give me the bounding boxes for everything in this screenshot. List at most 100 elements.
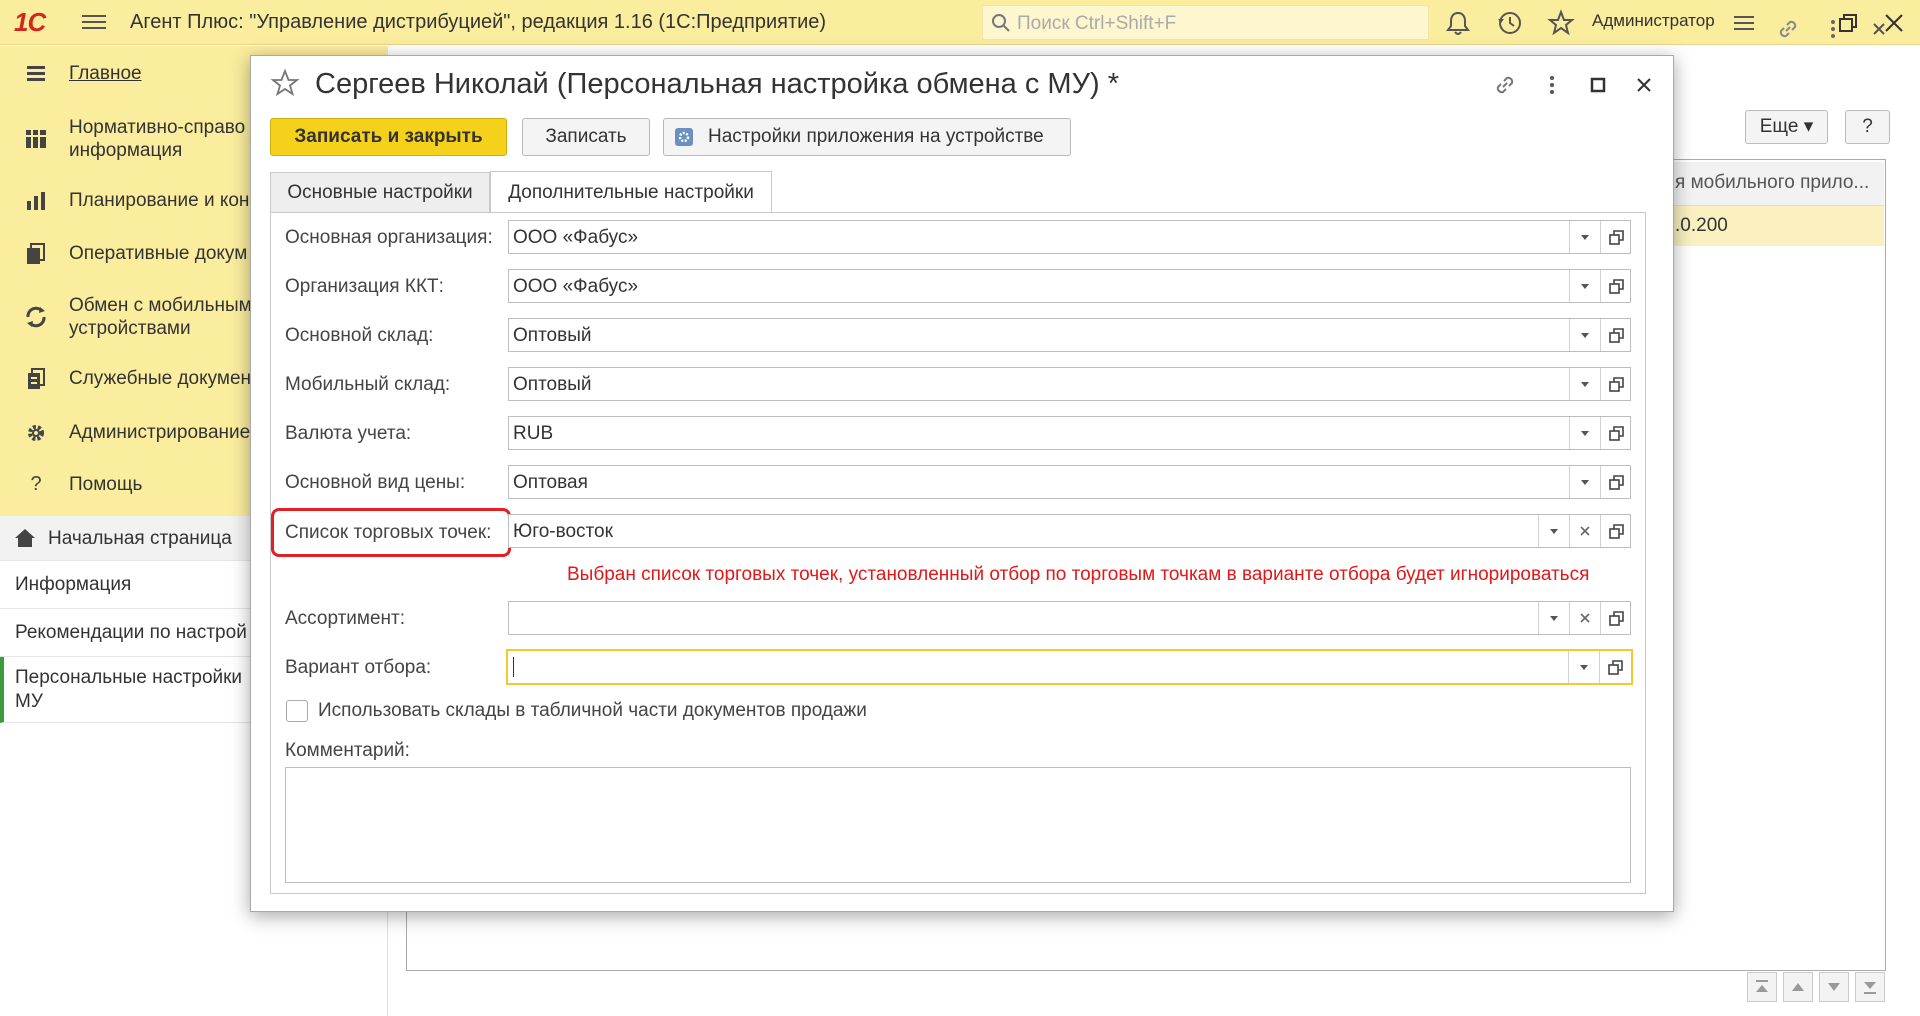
field-value: Оптовая (513, 472, 588, 493)
more-button[interactable]: Еще ▾ (1745, 110, 1828, 144)
history-icon[interactable] (1496, 9, 1524, 37)
dropdown-button[interactable] (1538, 602, 1569, 634)
currency-field[interactable]: RUB (508, 416, 1631, 450)
filter-variant-field[interactable] (506, 649, 1633, 685)
open-window-icon (1609, 475, 1624, 490)
open-button[interactable] (1600, 319, 1631, 351)
open-window-icon (1609, 611, 1624, 626)
more-vertical-icon[interactable] (1539, 72, 1565, 98)
open-button[interactable] (1600, 221, 1631, 253)
search-input[interactable]: Поиск Ctrl+Shift+F (982, 5, 1429, 40)
device-settings-label: Настройки приложения на устройстве (708, 126, 1044, 147)
scroll-bottom-button[interactable] (1855, 972, 1885, 1002)
search-placeholder: Поиск Ctrl+Shift+F (1017, 13, 1177, 34)
field-value: Оптовый (513, 325, 592, 346)
dropdown-button[interactable] (1569, 221, 1600, 253)
field-value: ООО «Фабус» (513, 276, 639, 297)
sidebar-item-label: Нормативно-справо информация (69, 117, 246, 161)
star-icon[interactable] (1547, 9, 1575, 37)
bell-icon[interactable] (1444, 9, 1472, 37)
scroll-up-button[interactable] (1783, 972, 1813, 1002)
chevron-down-icon (1550, 529, 1558, 534)
sidebar-item-label: Служебные докумен (69, 368, 252, 389)
scroll-down-button[interactable] (1819, 972, 1849, 1002)
text-caret (513, 657, 514, 677)
dropdown-button[interactable] (1569, 319, 1600, 351)
use-warehouses-checkbox[interactable] (286, 700, 308, 722)
chevron-down-icon (1581, 431, 1589, 436)
field-label: Основная организация: (285, 227, 493, 248)
open-window-icon (1609, 279, 1624, 294)
clear-icon (1580, 613, 1590, 623)
main-organization-field[interactable]: ООО «Фабус» (508, 220, 1631, 254)
main-menu-icon[interactable] (82, 11, 106, 33)
dropdown-button[interactable] (1569, 368, 1600, 400)
more-vertical-icon[interactable] (1820, 16, 1846, 42)
outlets-list-field[interactable]: Юго-восток (508, 514, 1631, 548)
favorite-star-icon[interactable] (270, 68, 300, 98)
checkbox-label[interactable]: Использовать склады в табличной части до… (318, 700, 867, 722)
link-icon[interactable] (1492, 72, 1518, 98)
table-cell: .0.200 (1675, 215, 1728, 236)
home-icon (15, 529, 35, 547)
clear-icon (1580, 526, 1590, 536)
comment-label: Комментарий: (285, 740, 410, 761)
dropdown-button[interactable] (1569, 270, 1600, 302)
chevron-down-icon (1580, 665, 1588, 670)
chevron-down-icon (1581, 382, 1589, 387)
open-button[interactable] (1600, 270, 1631, 302)
main-warehouse-field[interactable]: Оптовый (508, 318, 1631, 352)
clear-button[interactable] (1569, 602, 1600, 634)
sidebar-item-label: Главное (69, 63, 142, 84)
maximize-icon[interactable] (1585, 72, 1611, 98)
field-label: Валюта учета: (285, 423, 412, 444)
open-button[interactable] (1600, 466, 1631, 498)
open-window-icon (1608, 660, 1623, 675)
settings-menu-icon[interactable] (1730, 9, 1758, 37)
more-button-label: Еще (1759, 116, 1799, 137)
question-icon: ? (30, 473, 42, 495)
close-icon[interactable] (1631, 72, 1657, 98)
close-icon[interactable] (1866, 16, 1892, 42)
field-label: Основной склад: (285, 325, 434, 346)
dropdown-button[interactable] (1569, 466, 1600, 498)
device-settings-button[interactable]: Настройки приложения на устройстве (663, 118, 1071, 156)
dialog-title: Сергеев Николай (Персональная настройка … (315, 68, 1119, 100)
mobile-warehouse-field[interactable]: Оптовый (508, 367, 1631, 401)
nav-personal-settings[interactable]: Персональные настройки МУ (0, 657, 250, 723)
open-button[interactable] (1600, 602, 1631, 634)
field-value: Юго-восток (513, 521, 613, 542)
scroll-top-button[interactable] (1747, 972, 1777, 1002)
save-button[interactable]: Записать (522, 118, 650, 156)
app-logo: 1С (14, 7, 46, 37)
clear-button[interactable] (1569, 515, 1600, 547)
chevron-down-icon (1581, 235, 1589, 240)
dropdown-button[interactable] (1568, 651, 1599, 683)
chevron-down-icon (1581, 284, 1589, 289)
bar-chart-icon (27, 192, 45, 210)
tab-main-settings[interactable]: Основные настройки (270, 172, 490, 212)
dropdown-button[interactable] (1569, 417, 1600, 449)
sidebar-item-label: Помощь (69, 474, 143, 495)
column-header[interactable]: я мобильного прило... (1675, 172, 1869, 194)
field-label: Мобильный склад: (285, 374, 451, 395)
open-button[interactable] (1600, 515, 1631, 547)
field-label: Основной вид цены: (285, 472, 466, 493)
dropdown-button[interactable] (1538, 515, 1569, 547)
open-button[interactable] (1600, 417, 1631, 449)
help-button[interactable]: ? (1845, 110, 1890, 144)
price-type-field[interactable]: Оптовая (508, 465, 1631, 499)
tab-additional-settings[interactable]: Дополнительные настройки (490, 171, 772, 213)
open-button[interactable] (1600, 368, 1631, 400)
save-and-close-button[interactable]: Записать и закрыть (270, 118, 507, 156)
comment-textarea[interactable] (285, 767, 1631, 883)
open-button[interactable] (1599, 651, 1630, 683)
field-label: Организация ККТ: (285, 276, 444, 297)
assortment-field[interactable] (508, 601, 1631, 635)
open-window-icon (1609, 524, 1624, 539)
link-icon[interactable] (1775, 16, 1801, 42)
user-name[interactable]: Администратор (1592, 11, 1715, 31)
kkt-organization-field[interactable]: ООО «Фабус» (508, 269, 1631, 303)
open-window-icon (1609, 377, 1624, 392)
open-window-icon (1609, 328, 1624, 343)
